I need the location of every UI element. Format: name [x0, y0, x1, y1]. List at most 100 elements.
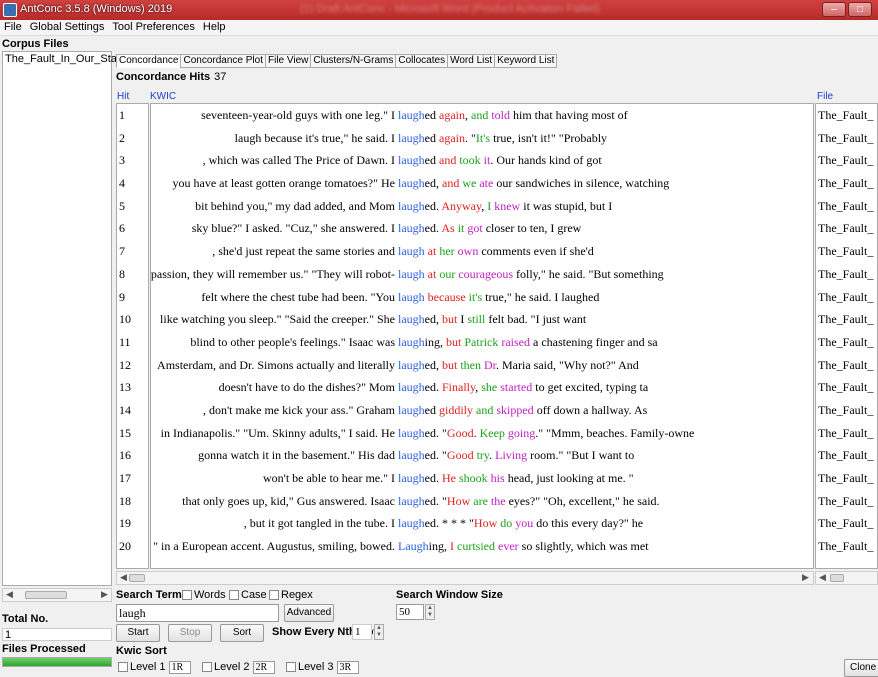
file-name[interactable]: The_Fault_	[816, 104, 877, 127]
kwic-row[interactable]: sky blue?" I asked. "Cuz," she answered.…	[151, 217, 813, 240]
search-keyword[interactable]: laugh	[398, 221, 425, 235]
kwic-row[interactable]: that only goes up, kid," Gus answered. I…	[151, 490, 813, 513]
case-option[interactable]: Case	[227, 589, 267, 601]
file-name[interactable]: The_Fault_	[816, 399, 877, 422]
kwic-horizontal-scrollbar[interactable]: ◀ ▶	[116, 571, 814, 585]
tab-concordance-plot[interactable]: Concordance Plot	[180, 54, 266, 68]
search-keyword[interactable]: laugh	[398, 471, 425, 485]
menu-global-settings[interactable]: Global Settings	[26, 20, 109, 34]
case-checkbox[interactable]	[229, 590, 239, 601]
kwic-row[interactable]: , which was called The Price of Dawn. Il…	[151, 149, 813, 172]
search-keyword[interactable]: laugh	[398, 494, 425, 508]
file-horizontal-scrollbar[interactable]: ◀	[815, 571, 878, 585]
kwic-row[interactable]: , but it got tangled in the tube. Ilaugh…	[151, 512, 813, 535]
kwic-row[interactable]: in Indianapolis." "Um. Skinny adults," I…	[151, 422, 813, 445]
advanced-button[interactable]: Advanced	[284, 604, 334, 622]
tab-file-view[interactable]: File View	[264, 54, 312, 68]
search-keyword[interactable]: laugh	[398, 312, 425, 326]
start-button[interactable]: Start	[116, 624, 160, 642]
sort-button[interactable]: Sort	[220, 624, 264, 642]
column-header-hit[interactable]: Hit	[117, 91, 129, 102]
kwic-row[interactable]: felt where the chest tube had been. "You…	[151, 286, 813, 309]
menu-help[interactable]: Help	[199, 20, 230, 34]
file-name[interactable]: The_Fault_	[816, 376, 877, 399]
kwic-row[interactable]: blind to other people's feelings." Isaac…	[151, 331, 813, 354]
nth-row-input[interactable]: 1	[352, 624, 372, 640]
level2-value[interactable]: 2R	[252, 661, 275, 674]
kwic-row[interactable]: bit behind you," my dad added, and Mom la…	[151, 195, 813, 218]
file-name[interactable]: The_Fault_	[816, 286, 877, 309]
tab-concordance[interactable]: Concordance	[116, 54, 182, 68]
scroll-left-icon[interactable]: ◀	[6, 589, 13, 600]
search-keyword[interactable]: laugh	[398, 335, 425, 349]
scroll-left-icon[interactable]: ◀	[120, 572, 127, 583]
regex-checkbox[interactable]	[269, 590, 279, 601]
search-keyword[interactable]: laugh	[398, 176, 425, 190]
corpus-file-item[interactable]: The_Fault_In_Our_Stars	[3, 52, 126, 66]
window-size-input[interactable]: 50	[396, 604, 424, 620]
nth-row-spinner[interactable]: ▲ ▼	[374, 624, 384, 640]
level1-checkbox[interactable]	[118, 662, 128, 673]
file-name[interactable]: The_Fault_	[816, 444, 877, 467]
file-name[interactable]: The_Fault_	[816, 467, 877, 490]
search-keyword[interactable]: Laugh	[398, 539, 429, 553]
search-keyword[interactable]: laugh	[398, 199, 425, 213]
file-name[interactable]: The_Fault_	[816, 217, 877, 240]
menu-file[interactable]: File	[0, 20, 26, 34]
tab-word-list[interactable]: Word List	[447, 54, 496, 68]
kwic-row[interactable]: , she'd just repeat the same stories and…	[151, 240, 813, 263]
corpus-horizontal-scrollbar[interactable]: ◀ ▶	[2, 588, 112, 602]
search-keyword[interactable]: laugh	[398, 403, 425, 417]
corpus-file-list[interactable]: The_Fault_In_Our_Stars	[2, 51, 126, 586]
sort-level-1[interactable]: Level 1 1R	[116, 661, 191, 674]
kwic-row[interactable]: seventeen-year-old guys with one leg." I…	[151, 104, 813, 127]
tab-keyword-list[interactable]: Keyword List	[494, 54, 558, 68]
file-name[interactable]: The_Fault_	[816, 263, 877, 286]
search-keyword[interactable]: laugh	[398, 267, 425, 281]
level1-value[interactable]: 1R	[168, 661, 191, 674]
file-name[interactable]: The_Fault_	[816, 354, 877, 377]
words-checkbox[interactable]	[182, 590, 192, 601]
regex-option[interactable]: Regex	[267, 589, 313, 601]
file-name[interactable]: The_Fault_	[816, 240, 877, 263]
search-keyword[interactable]: laugh	[398, 290, 425, 304]
kwic-row[interactable]: you have at least gotten orange tomatoes…	[151, 172, 813, 195]
tab-collocates[interactable]: Collocates	[395, 54, 449, 68]
menu-tool-preferences[interactable]: Tool Preferences	[108, 20, 199, 34]
search-keyword[interactable]: laugh	[398, 448, 425, 462]
file-name[interactable]: The_Fault_	[816, 127, 877, 150]
file-name[interactable]: The_Fault_	[816, 149, 877, 172]
level3-value[interactable]: 3R	[336, 661, 359, 674]
file-name[interactable]: The_Fault_	[816, 195, 877, 218]
scroll-thumb[interactable]	[25, 591, 67, 599]
tab-clusters-ngrams[interactable]: Clusters/N-Grams	[310, 54, 397, 68]
search-keyword[interactable]: laugh	[398, 426, 425, 440]
file-name[interactable]: The_Fault_	[816, 331, 877, 354]
file-name[interactable]: The_Fault_	[816, 172, 877, 195]
scroll-left-icon[interactable]: ◀	[819, 572, 826, 583]
scroll-thumb[interactable]	[129, 574, 145, 582]
kwic-results-list[interactable]: seventeen-year-old guys with one leg." I…	[150, 103, 814, 569]
words-option[interactable]: Words	[180, 589, 226, 601]
search-term-input[interactable]: laugh	[116, 604, 279, 622]
kwic-row[interactable]: Amsterdam, and Dr. Simons actually and l…	[151, 354, 813, 377]
file-name[interactable]: The_Fault_	[816, 422, 877, 445]
maximize-icon[interactable]: □	[848, 2, 872, 17]
search-keyword[interactable]: laugh	[398, 244, 425, 258]
file-name[interactable]: The_Fault_	[816, 308, 877, 331]
kwic-row[interactable]: laugh because it's true," he said. Ilaug…	[151, 127, 813, 150]
kwic-row[interactable]: won't be able to hear me." Ilaughed. He …	[151, 467, 813, 490]
search-keyword[interactable]: laugh	[398, 380, 425, 394]
scroll-thumb[interactable]	[830, 574, 844, 582]
column-header-kwic[interactable]: KWIC	[150, 91, 176, 102]
file-name[interactable]: The_Fault_	[816, 512, 877, 535]
file-name[interactable]: The_Fault_	[816, 535, 877, 558]
clone-results-button[interactable]: Clone Results	[844, 659, 878, 677]
search-keyword[interactable]: laugh	[398, 358, 425, 372]
kwic-row[interactable]: gonna watch it in the basement." His dad…	[151, 444, 813, 467]
search-keyword[interactable]: laugh	[398, 131, 425, 145]
kwic-row[interactable]: passion, they will remember us." "They w…	[151, 263, 813, 286]
minimize-icon[interactable]: –	[822, 2, 846, 17]
column-header-file[interactable]: File	[817, 91, 833, 102]
search-keyword[interactable]: laugh	[398, 153, 425, 167]
